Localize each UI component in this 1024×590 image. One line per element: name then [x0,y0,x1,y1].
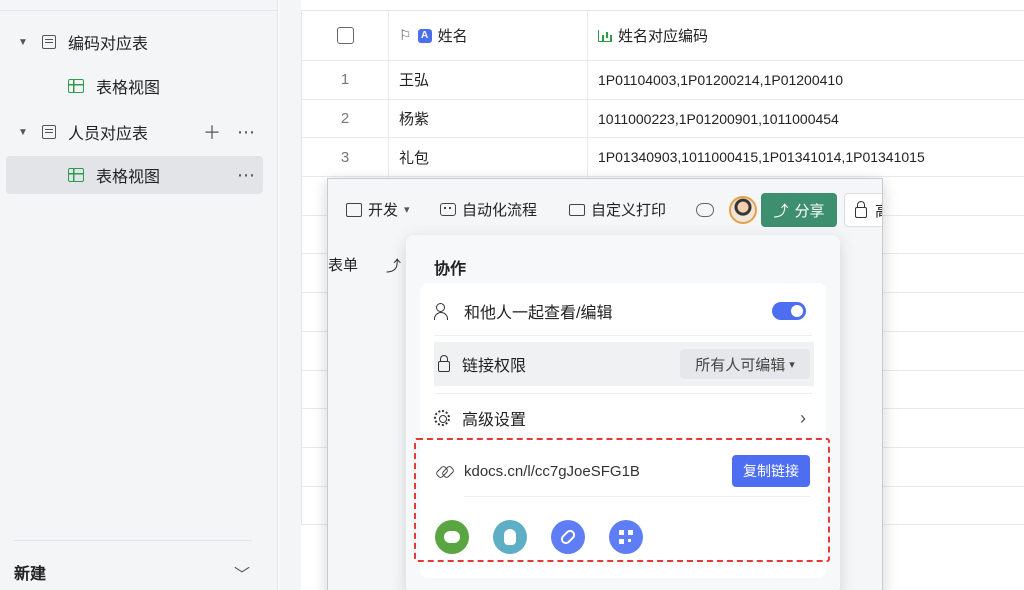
column-header-label: 姓名对应编码 [618,28,709,45]
permission-label: 链接权限 [462,358,527,375]
divider [434,335,812,336]
chevron-right-icon: › [800,407,806,428]
caret-down-icon[interactable]: ▼ [18,127,28,138]
permission-value: 所有人可编辑 [695,356,786,374]
sidebar-item-label: 表格视图 [96,169,161,186]
caret-down-icon[interactable]: ▼ [18,37,28,48]
flag-icon: ⚐ [399,27,412,43]
table-header: ⚐ A 姓名 姓名对应编码 [302,11,1024,61]
form-tab[interactable]: 表单 [328,254,358,275]
more-icon[interactable]: ⋯ [237,165,255,186]
printer-icon [569,203,585,216]
grid-view-icon [68,79,84,93]
sidebar-item-code-table-view[interactable]: 表格视图 [6,67,263,105]
sidebar-divider [14,540,252,541]
sidebar-item-person-table[interactable]: ▼ 人员对应表 ＋ ⋯ [6,113,263,151]
column-header-label: 姓名 [437,28,468,45]
row-index: 3 [302,138,389,177]
collab-option[interactable]: 和他人一起查看/编辑 [434,289,814,333]
divider [434,393,812,394]
list-icon [42,35,56,49]
lock-button[interactable]: 高 [844,193,882,227]
lock-label: 高 [875,200,882,221]
cell-codes[interactable]: 1011000223,1P01200901,1011000454 [588,100,1024,138]
cell-name[interactable]: 礼包 [389,138,588,177]
sidebar-item-label: 表格视图 [96,80,161,97]
cloud-saved-icon [696,203,714,217]
share-button[interactable]: ⤴ 分享 [761,193,837,227]
share-link-row: kdocs.cn/l/cc7gJoeSFG1B 复制链接 [436,452,810,490]
table-row[interactable]: 1 王弘 1P01104003,1P01200214,1P01200410 [302,61,1024,100]
column-header-name[interactable]: ⚐ A 姓名 [389,11,588,60]
gear-icon [434,410,450,426]
collab-toggle[interactable] [772,302,806,320]
cell-codes[interactable]: 1P01340903,1011000415,1P01341014,1P01341… [588,138,1024,176]
link-icon[interactable] [551,520,585,554]
lock-icon [855,200,867,218]
automation-label: 自动化流程 [462,202,538,219]
automation-button[interactable]: 自动化流程 [440,199,537,220]
sidebar-item-label: 编码对应表 [68,36,149,53]
dev-menu[interactable]: 开发 ▾ [346,199,410,220]
add-icon[interactable]: ＋ [203,119,221,145]
share-label: 分享 [794,202,825,220]
custom-print-label: 自定义打印 [591,202,667,219]
sidebar-item-person-table-view[interactable]: 表格视图 ⋯ [6,156,263,194]
qrcode-icon[interactable] [609,520,643,554]
toolbar: 开发 ▾ 自动化流程 自定义打印 ⤴ 分享 高 [328,179,882,239]
select-all-checkbox[interactable] [336,27,354,44]
chevron-down-icon: ▾ [404,204,410,216]
table-row[interactable]: 2 杨紫 1011000223,1P01200901,1011000454 [302,99,1024,139]
cell-name[interactable]: 王弘 [389,61,588,99]
permission-select[interactable]: 所有人可编辑 ▾ [680,349,810,379]
collab-label: 和他人一起查看/编辑 [464,305,613,322]
dev-icon [346,202,362,217]
column-header-codes[interactable]: 姓名对应编码 [588,11,1024,60]
robot-icon [440,203,456,216]
chevron-down-icon: ▾ [789,358,795,371]
share-link-text[interactable]: kdocs.cn/l/cc7gJoeSFG1B [464,463,640,480]
sidebar-divider [0,10,278,11]
copy-link-button[interactable]: 复制链接 [732,455,810,487]
sidebar-item-code-table[interactable]: ▼ 编码对应表 [6,23,263,61]
lock-icon [438,354,450,372]
permission-option[interactable]: 链接权限 所有人可编辑 ▾ [434,342,814,386]
table-row[interactable]: 3 礼包 1P01340903,1011000415,1P01341014,1P… [302,138,1024,178]
text-field-icon: A [417,28,432,43]
advanced-settings-option[interactable]: 高级设置 › [434,396,814,440]
export-icon[interactable]: ⤴ [386,255,401,276]
new-button[interactable]: 新建 [14,560,46,584]
grid-view-icon [68,168,84,182]
share-targets [435,520,643,554]
more-icon[interactable]: ⋯ [237,122,255,143]
list-icon [42,125,56,139]
avatar[interactable] [729,196,757,224]
chevron-down-icon[interactable]: ﹀ [234,561,250,585]
qq-icon[interactable] [493,520,527,554]
people-icon [434,303,452,320]
row-index: 1 [302,61,389,99]
custom-print-button[interactable]: 自定义打印 [569,199,666,220]
share-icon: ⤴ [773,202,789,220]
sidebar: ▼ 编码对应表 表格视图 ▼ 人员对应表 ＋ ⋯ 表格视图 ⋯ 新建 ﹀ [0,0,278,590]
divider [464,496,810,497]
cell-name[interactable]: 杨紫 [389,99,588,138]
bar-chart-icon [598,29,612,42]
advanced-label: 高级设置 [462,412,527,429]
link-icon [436,463,452,479]
sidebar-item-label: 人员对应表 [68,126,149,143]
dev-label: 开发 [368,202,399,219]
popup-title: 协作 [434,261,467,278]
cell-codes[interactable]: 1P01104003,1P01200214,1P01200410 [588,61,1024,99]
gutter [279,0,301,590]
wechat-icon[interactable] [435,520,469,554]
row-index: 2 [302,99,389,138]
